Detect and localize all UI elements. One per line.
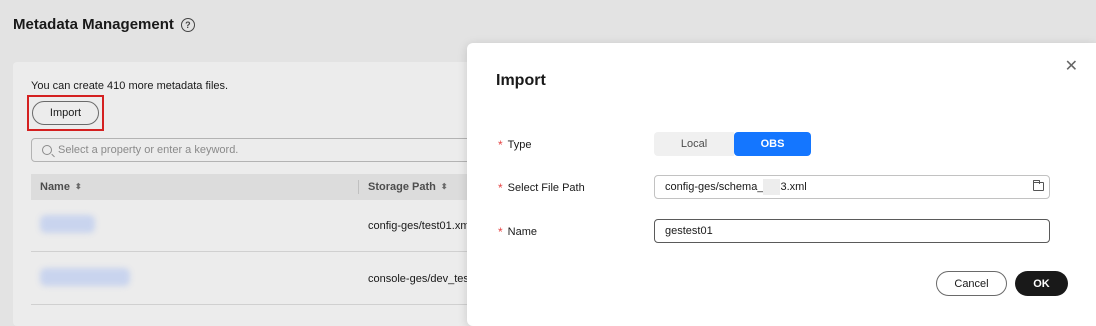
file-path-field[interactable]: config-ges/schema_ 3.xml [654,175,1050,199]
type-label: * Type [498,138,532,152]
column-header-name-label: Name [40,181,70,193]
close-icon[interactable]: ✕ [1065,59,1078,75]
import-dialog: Import ✕ * Type Local OBS * Select File … [467,43,1096,326]
name-label-text: Name [507,226,538,238]
quota-text: You can create 410 more metadata files. [31,80,229,92]
search-placeholder: Select a property or enter a keyword. [58,144,239,156]
type-option-obs[interactable]: OBS [734,132,811,156]
search-icon [42,145,52,155]
redacted-name [40,215,95,233]
file-path-label-text: Select File Path [507,182,585,194]
type-label-text: Type [507,139,532,151]
dialog-title: Import [496,72,546,89]
table-row: console-ges/dev_test [31,253,483,305]
table-header: Name ⬍ Storage Path ⬍ [31,174,483,200]
sort-icon[interactable]: ⬍ [75,183,82,191]
row-name-cell[interactable] [31,215,358,236]
page-title: Metadata Management ? [13,16,195,33]
page-title-text: Metadata Management [13,16,174,33]
highlight-annotation [27,95,104,131]
row-path-cell: config-ges/test01.xml [368,219,472,232]
row-name-cell[interactable] [31,268,358,289]
folder-icon[interactable] [1033,180,1044,191]
name-field[interactable]: gestest01 [654,219,1050,243]
column-header-name[interactable]: Name ⬍ [31,174,358,200]
type-option-local[interactable]: Local [654,132,734,156]
column-header-storage-path[interactable]: Storage Path ⬍ [358,180,448,194]
name-field-value: gestest01 [665,225,713,237]
question-circle-icon[interactable]: ? [180,17,195,32]
search-input[interactable]: Select a property or enter a keyword. [31,138,483,162]
redacted-segment [763,179,781,195]
table-row: config-ges/test01.xml [31,200,483,252]
cancel-button[interactable]: Cancel [936,271,1007,296]
ok-button[interactable]: OK [1015,271,1068,296]
file-path-suffix: 3.xml [780,181,807,193]
sort-icon[interactable]: ⬍ [441,183,448,191]
row-path-cell: console-ges/dev_test [368,272,472,285]
required-marker: * [498,181,503,195]
redacted-name [40,268,130,286]
name-label: * Name [498,225,537,239]
file-path-prefix: config-ges/schema_ [665,181,764,193]
file-path-label: * Select File Path [498,181,585,195]
required-marker: * [498,225,503,239]
required-marker: * [498,138,503,152]
type-selector: Local OBS [654,132,811,156]
column-header-path-label: Storage Path [368,181,436,193]
